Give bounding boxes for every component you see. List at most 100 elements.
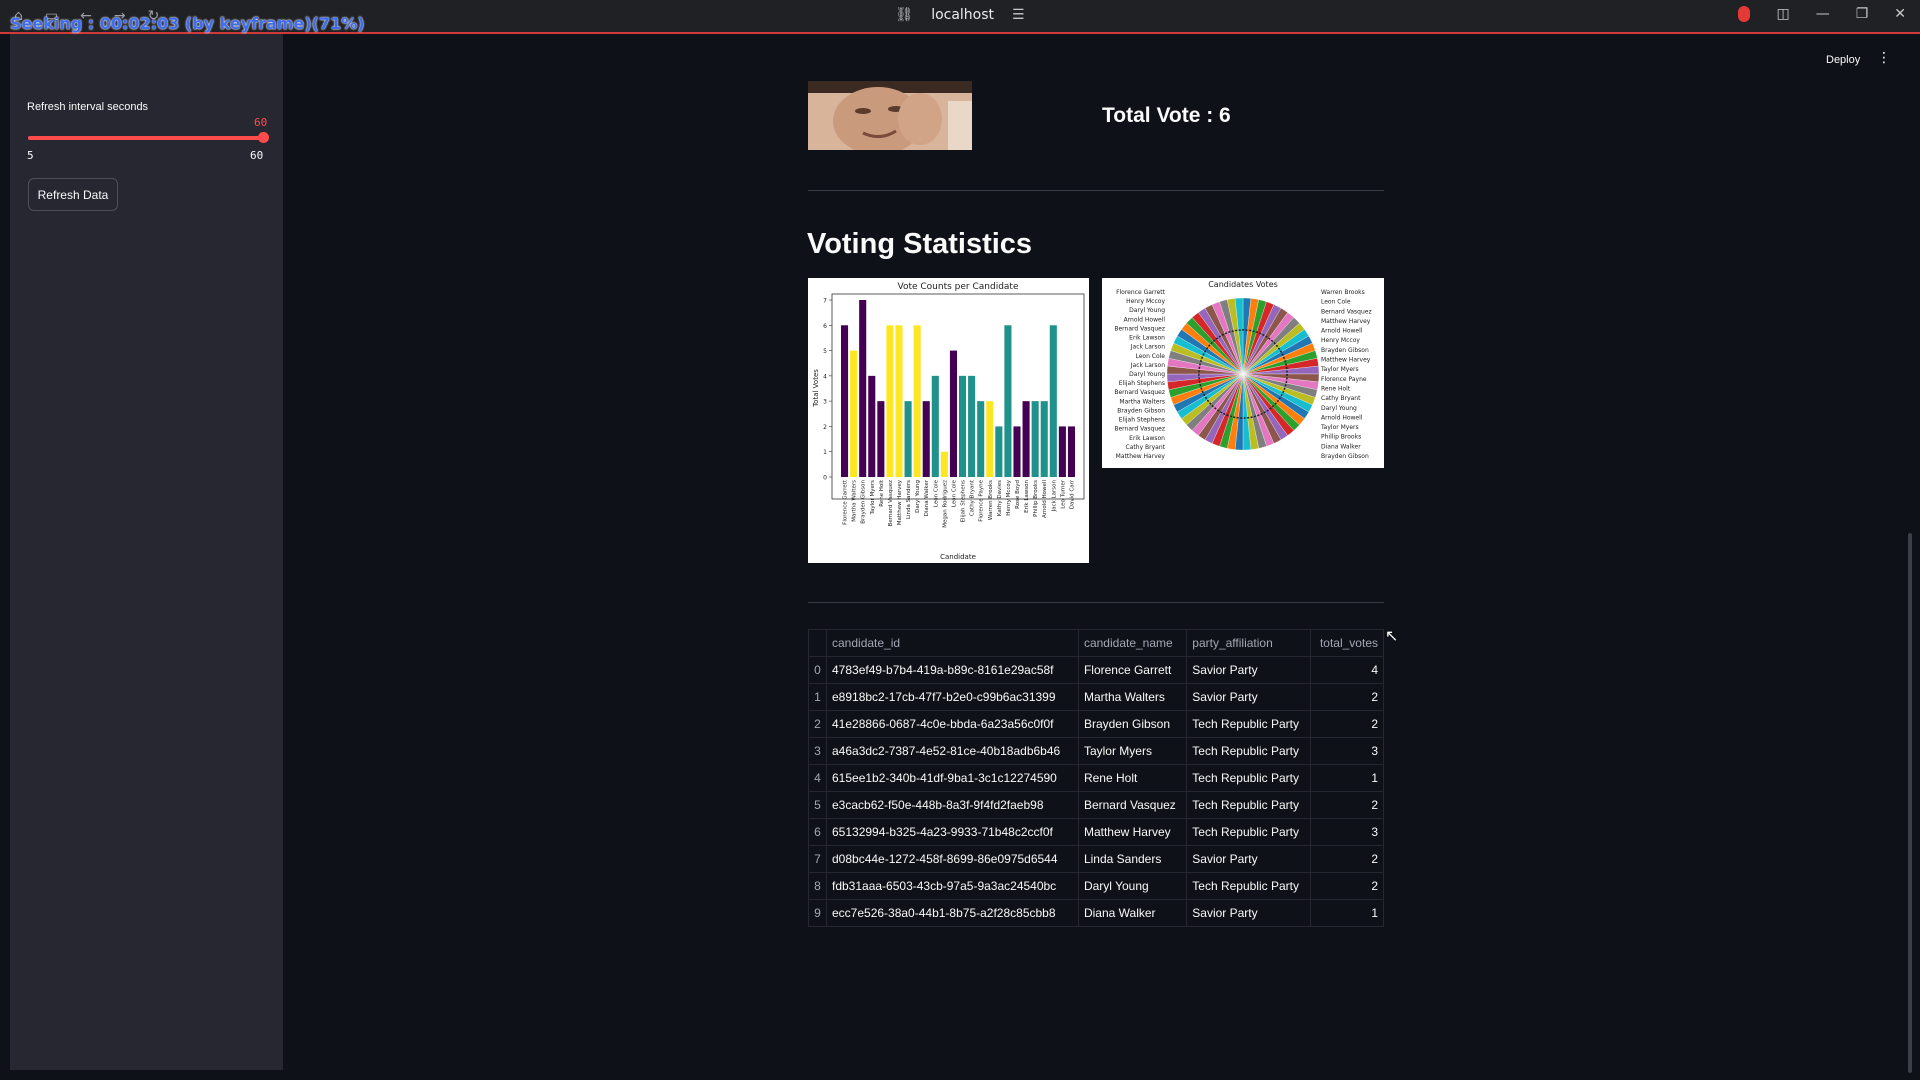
cell-candidate-id[interactable]: fdb31aaa-6503-43cb-97a5-9a3ac24540bc	[826, 872, 1079, 900]
cell-candidate-name[interactable]: Daryl Young	[1077, 872, 1188, 900]
column-header[interactable]: party_affiliation	[1186, 629, 1312, 657]
cell-candidate-id[interactable]: d08bc44e-1272-458f-8699-86e0975d6544	[826, 845, 1079, 873]
pie-label: Daryl Young	[1321, 405, 1357, 412]
cell-party-affiliation[interactable]: Tech Republic Party	[1186, 872, 1312, 900]
row-index[interactable]: 0	[808, 656, 827, 684]
cell-party-affiliation[interactable]: Savior Party	[1186, 899, 1312, 927]
row-index[interactable]: 3	[808, 737, 827, 765]
row-index[interactable]: 1	[808, 683, 827, 711]
x-tick-label: Rose Boyd	[1015, 480, 1021, 509]
column-header[interactable]: candidate_name	[1077, 629, 1188, 657]
cell-candidate-name[interactable]: Martha Walters	[1077, 683, 1188, 711]
url-text[interactable]: localhost	[931, 7, 994, 23]
cell-party-affiliation[interactable]: Tech Republic Party	[1186, 710, 1312, 738]
cell-total-votes[interactable]: 1	[1310, 764, 1384, 792]
cell-party-affiliation[interactable]: Tech Republic Party	[1186, 764, 1312, 792]
cell-candidate-name[interactable]: Rene Holt	[1077, 764, 1188, 792]
table-row[interactable]: 1 e8918bc2-17cb-47f7-b2e0-c99b6ac31399 Mar…	[808, 683, 1384, 711]
row-index[interactable]: 4	[808, 764, 827, 792]
slider-thumb[interactable]	[258, 132, 269, 143]
cell-party-affiliation[interactable]: Savior Party	[1186, 683, 1312, 711]
cell-total-votes[interactable]: 2	[1310, 710, 1384, 738]
table-row[interactable]: 6 65132994-b325-4a23-9933-71b48c2ccf0f Mat…	[808, 818, 1384, 846]
more-vert-icon[interactable]: ⋮	[1877, 50, 1891, 66]
cell-candidate-id[interactable]: 41e28866-0687-4c0e-bbda-6a23a56c0f0f	[826, 710, 1079, 738]
record-icon[interactable]	[1738, 6, 1751, 22]
table-row[interactable]: 5 e3cacb62-f50e-448b-8a3f-9f4fd2faeb98 Ber…	[808, 791, 1384, 819]
table-row[interactable]: 8 fdb31aaa-6503-43cb-97a5-9a3ac24540bc Dar…	[808, 872, 1384, 900]
row-index[interactable]: 5	[808, 791, 827, 819]
cell-party-affiliation[interactable]: Tech Republic Party	[1186, 818, 1312, 846]
cell-candidate-name[interactable]: Matthew Harvey	[1077, 818, 1188, 846]
window-controls: ◫ — ❐ ✕	[1738, 6, 1906, 22]
total-vote: Total Vote : 6	[1102, 104, 1231, 127]
table-row[interactable]: 7 d08bc44e-1272-458f-8699-86e0975d6544 Lin…	[808, 845, 1384, 873]
bar	[895, 325, 903, 477]
cell-candidate-name[interactable]: Bernard Vasquez	[1077, 791, 1188, 819]
cell-total-votes[interactable]: 3	[1310, 818, 1384, 846]
chart-ylabel: Total Votes	[812, 369, 820, 408]
cell-party-affiliation[interactable]: Savior Party	[1186, 845, 1312, 873]
cell-candidate-name[interactable]: Taylor Myers	[1077, 737, 1188, 765]
x-tick-label: Kathy Davies	[997, 480, 1003, 516]
page-scrollbar[interactable]	[1908, 533, 1912, 1073]
table-row[interactable]: 9 ecc7e526-38a0-44b1-8b75-a2f28c85cbb8 Dia…	[808, 899, 1384, 927]
cell-total-votes[interactable]: 2	[1310, 683, 1384, 711]
bar-marks: 0 1 2 3 4 5 6 7 Florence Garrett Martha Walters Br…	[823, 298, 1075, 528]
tune-icon[interactable]: ☰	[1012, 7, 1025, 23]
x-tick-label: Elijah Stephens	[961, 480, 967, 523]
cell-total-votes[interactable]: 3	[1310, 737, 1384, 765]
y-tick-label: 6	[823, 323, 827, 330]
minimize-icon[interactable]: —	[1816, 6, 1830, 22]
cell-candidate-id[interactable]: 4783ef49-b7b4-419a-b89c-8161e29ac58f	[826, 656, 1079, 684]
column-header[interactable]: total_votes	[1310, 629, 1384, 657]
x-tick-label: Leo Turner	[1060, 479, 1066, 509]
table-row[interactable]: 3 a46a3dc2-7387-4e52-81ce-40b18adb6b46 Tay…	[808, 737, 1384, 765]
close-icon[interactable]: ✕	[1894, 6, 1906, 22]
bar	[986, 401, 994, 477]
cell-party-affiliation[interactable]: Tech Republic Party	[1186, 791, 1312, 819]
pie-label: Florence Payne	[1321, 376, 1367, 383]
maximize-icon[interactable]: ❐	[1856, 6, 1869, 22]
pie-chart-image: Candidates Votes Florence Garrett Henry M…	[1102, 278, 1384, 468]
slider-value: 60	[254, 116, 268, 129]
cell-candidate-id[interactable]: e8918bc2-17cb-47f7-b2e0-c99b6ac31399	[826, 683, 1079, 711]
cell-candidate-id[interactable]: 65132994-b325-4a23-9933-71b48c2ccf0f	[826, 818, 1079, 846]
row-index[interactable]: 7	[808, 845, 827, 873]
refresh-interval-slider[interactable]	[28, 132, 269, 143]
cell-candidate-id[interactable]: a46a3dc2-7387-4e52-81ce-40b18adb6b46	[826, 737, 1079, 765]
cell-candidate-id[interactable]: ecc7e526-38a0-44b1-8b75-a2f28c85cbb8	[826, 899, 1079, 927]
row-index[interactable]: 9	[808, 899, 827, 927]
pie-label: Cathy Bryant	[1321, 395, 1361, 402]
pie-label: Daryl Young	[1129, 307, 1165, 314]
cell-party-affiliation[interactable]: Tech Republic Party	[1186, 737, 1312, 765]
column-header[interactable]: candidate_id	[826, 629, 1079, 657]
table-row[interactable]: 0 4783ef49-b7b4-419a-b89c-8161e29ac58f Flo…	[808, 656, 1384, 684]
bar	[1022, 401, 1030, 477]
cell-total-votes[interactable]: 2	[1310, 845, 1384, 873]
row-index[interactable]: 8	[808, 872, 827, 900]
cell-total-votes[interactable]: 1	[1310, 899, 1384, 927]
x-tick-label: Linda Sanders	[906, 480, 912, 519]
table-header-index	[808, 629, 827, 657]
cell-candidate-id[interactable]: 615ee1b2-340b-41df-9ba1-3c1c12274590	[826, 764, 1079, 792]
cell-candidate-name[interactable]: Diana Walker	[1077, 899, 1188, 927]
sidebar-toggle-icon[interactable]: ◫	[1776, 6, 1789, 22]
candidates-table[interactable]: candidate_id candidate_name party_affili…	[808, 629, 1384, 927]
table-row[interactable]: 2 41e28866-0687-4c0e-bbda-6a23a56c0f0f Bra…	[808, 710, 1384, 738]
row-index[interactable]: 6	[808, 818, 827, 846]
table-row[interactable]: 4 615ee1b2-340b-41df-9ba1-3c1c12274590 Ren…	[808, 764, 1384, 792]
cell-total-votes[interactable]: 2	[1310, 872, 1384, 900]
cell-candidate-name[interactable]: Linda Sanders	[1077, 845, 1188, 873]
x-tick-label: Daryl Young	[915, 480, 921, 513]
cell-candidate-id[interactable]: e3cacb62-f50e-448b-8a3f-9f4fd2faeb98	[826, 791, 1079, 819]
row-index[interactable]: 2	[808, 710, 827, 738]
deploy-button[interactable]: Deploy	[1826, 54, 1860, 66]
pie-label: Bernard Vasquez	[1321, 308, 1372, 315]
cell-candidate-name[interactable]: Brayden Gibson	[1077, 710, 1188, 738]
refresh-data-button[interactable]: Refresh Data	[28, 178, 118, 211]
cell-total-votes[interactable]: 4	[1310, 656, 1384, 684]
cell-party-affiliation[interactable]: Savior Party	[1186, 656, 1312, 684]
cell-candidate-name[interactable]: Florence Garrett	[1077, 656, 1188, 684]
cell-total-votes[interactable]: 2	[1310, 791, 1384, 819]
